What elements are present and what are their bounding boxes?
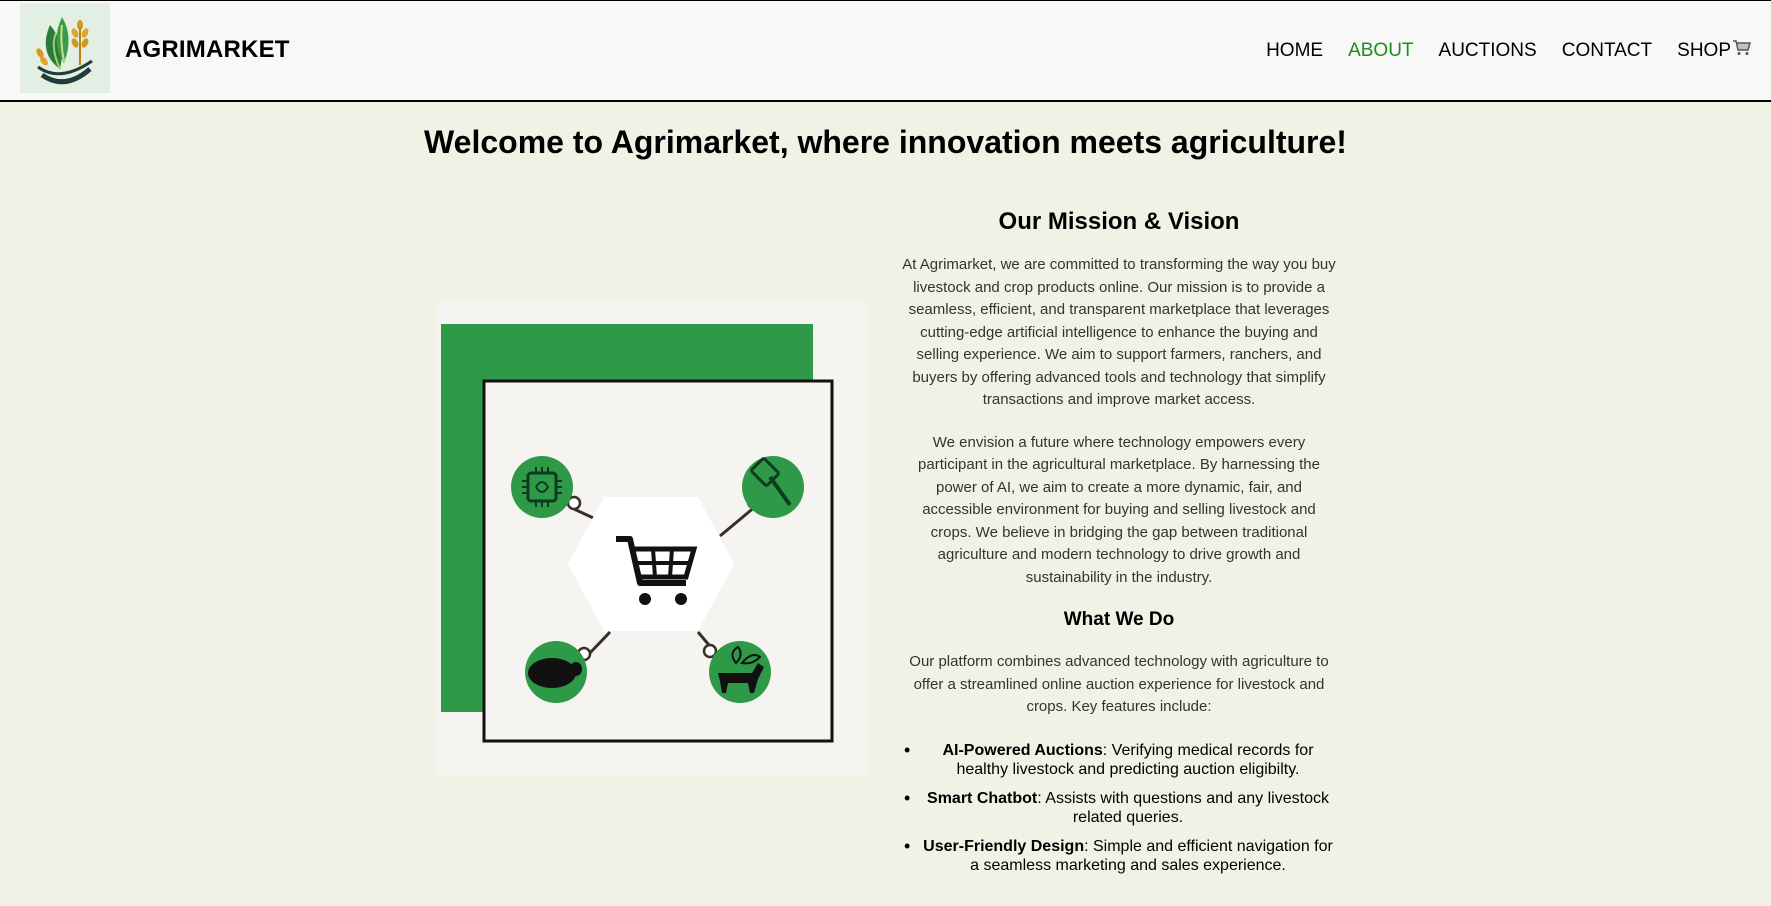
- mission-paragraph: At Agrimarket, we are committed to trans…: [902, 256, 1336, 408]
- what-we-do-intro: Our platform combines advanced technolog…: [909, 653, 1329, 715]
- feature-desc: : Assists with questions and any livesto…: [1037, 789, 1329, 827]
- nav-home[interactable]: HOME: [1266, 40, 1323, 62]
- feature-list: AI-Powered Auctions: Verifying medical r…: [900, 741, 1338, 876]
- mission-heading: Our Mission & Vision: [998, 208, 1240, 235]
- cow-plant-icon: [709, 641, 771, 703]
- feature-title: AI-Powered Auctions: [942, 741, 1103, 759]
- site-header: AGRIMARKET HOME ABOUT AUCTIONS CONTACT S…: [0, 1, 1771, 102]
- marketplace-illustration: [436, 301, 868, 776]
- sheep-icon: [525, 641, 587, 703]
- list-item: User-Friendly Design: Simple and efficie…: [900, 837, 1338, 876]
- chip-icon: [511, 456, 573, 518]
- page-title: Welcome to Agrimarket, where innovation …: [424, 124, 1347, 160]
- feature-title: Smart Chatbot: [927, 789, 1038, 807]
- main-nav: HOME ABOUT AUCTIONS CONTACT SHOP: [1241, 39, 1751, 62]
- list-item: AI-Powered Auctions: Verifying medical r…: [900, 741, 1338, 780]
- auction-hammer-icon: [742, 456, 804, 518]
- wheat-leaf-logo-icon[interactable]: [20, 3, 110, 93]
- what-we-do-heading: What We Do: [1063, 609, 1175, 630]
- feature-title: User-Friendly Design: [923, 837, 1085, 855]
- vision-paragraph: We envision a future where technology em…: [918, 433, 1320, 586]
- shopping-cart-icon: [1732, 39, 1751, 62]
- nav-shop-label: SHOP: [1677, 39, 1731, 61]
- nav-contact[interactable]: CONTACT: [1562, 40, 1652, 62]
- nav-shop[interactable]: SHOP: [1677, 39, 1751, 62]
- list-item: Smart Chatbot: Assists with questions an…: [900, 789, 1338, 828]
- about-content: Our Mission & Vision At Agrimarket, we a…: [900, 208, 1338, 885]
- nav-auctions[interactable]: AUCTIONS: [1439, 40, 1537, 62]
- nav-about[interactable]: ABOUT: [1348, 40, 1413, 62]
- brand-name[interactable]: AGRIMARKET: [125, 36, 290, 64]
